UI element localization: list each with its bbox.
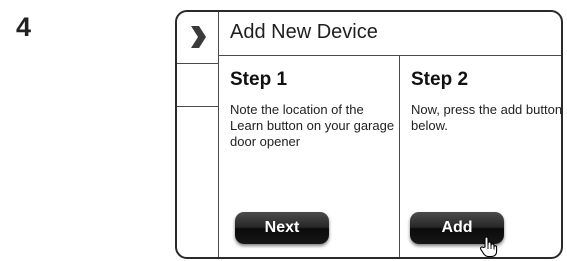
next-button[interactable]: Next (235, 212, 329, 244)
header-bar: Add New Device (219, 12, 561, 56)
window-title: Add New Device (230, 21, 378, 43)
step-2-heading: Step 2 (411, 69, 469, 90)
step-1-panel: Step 1 Note the location of the Learn bu… (219, 56, 400, 257)
step-2-instructions: Now, press the add button below. (411, 102, 563, 133)
chevron-right-icon (191, 26, 206, 48)
back-nav-button[interactable] (177, 12, 218, 64)
step-1-heading: Step 1 (230, 69, 288, 90)
step-2-panel: Step 2 Now, press the add button below. … (400, 56, 561, 257)
rail-divider-cell (177, 64, 218, 107)
hand-pointer-icon (479, 236, 498, 257)
add-device-window: Add New Device Step 1 Note the location … (175, 10, 563, 259)
instruction-step-number: 4 (16, 12, 32, 42)
step-1-instructions: Note the location of the Learn button on… (230, 102, 395, 149)
left-rail (177, 12, 219, 257)
